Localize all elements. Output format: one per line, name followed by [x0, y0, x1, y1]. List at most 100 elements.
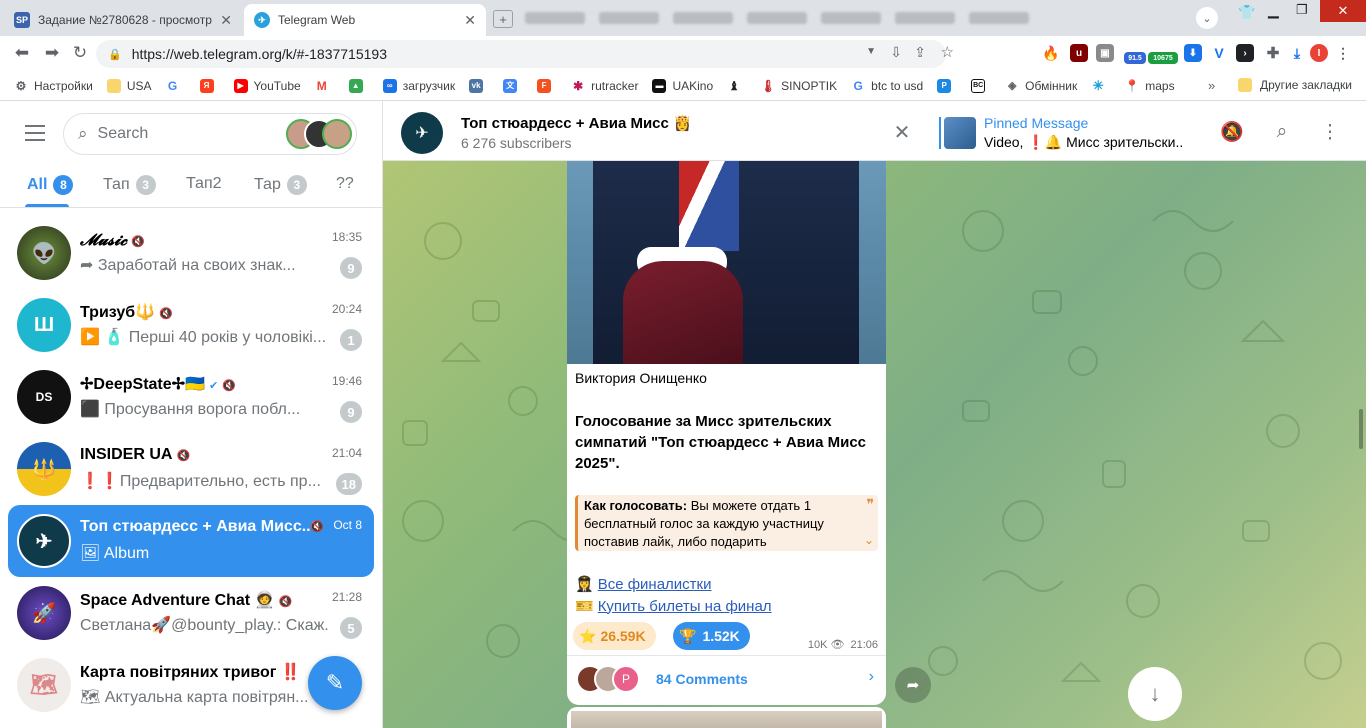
star-icon: ⭐	[579, 627, 597, 644]
author-name: Виктория Онищенко	[575, 370, 707, 386]
v-extension-icon[interactable]: V	[1210, 44, 1228, 62]
close-icon[interactable]: ✕	[464, 12, 476, 29]
channel-title[interactable]: Топ стюардесс + Авиа Мисс 👸	[461, 114, 692, 132]
more-options-icon[interactable]: ⋮	[1315, 117, 1345, 147]
bookmark-gmail[interactable]: M	[314, 78, 335, 93]
reload-icon[interactable]: ↻	[66, 39, 94, 67]
tickets-link[interactable]: Купить билеты на финал	[598, 598, 772, 615]
tab-unknown[interactable]: ??	[336, 175, 354, 193]
extension-badge-2[interactable]: 10675	[1148, 52, 1178, 64]
bookmark-loader[interactable]: ∞ загрузчик	[382, 78, 455, 93]
bookmark-sinoptik[interactable]: 🌡 SINOPTIK	[761, 78, 837, 93]
new-tab-button[interactable]: +	[493, 10, 513, 28]
bookmark-star-icon[interactable]: ☆	[941, 43, 954, 61]
tab-tap[interactable]: Тап 3	[103, 175, 156, 195]
browser-toolbar: ⬅ ➡ ↻ 🔒 https://web.telegram.org/k/#-183…	[0, 36, 1366, 71]
extension-badge-1[interactable]: 91.5	[1124, 52, 1146, 64]
hamburger-menu-icon[interactable]	[25, 125, 45, 141]
fire-extension-icon[interactable]: 🔥	[1042, 44, 1060, 62]
ublock-icon[interactable]: u	[1070, 44, 1088, 62]
tab-telegram[interactable]: ✈ Telegram Web ✕	[244, 4, 486, 36]
restore-button[interactable]: ❐	[1296, 2, 1308, 18]
window-close-button[interactable]: ✕	[1320, 0, 1366, 22]
tickets-link-row[interactable]: 🎫 Купить билеты на финал	[575, 597, 772, 616]
pinned-text[interactable]: Video, ❗🔔 Мисс зрительски...	[984, 134, 1184, 151]
shirt-icon[interactable]: 👕	[1238, 4, 1255, 21]
bookmark-bc[interactable]: BC	[971, 78, 991, 93]
channel-avatar[interactable]: ✈	[401, 112, 443, 154]
compose-button[interactable]: ✎	[308, 656, 362, 710]
how-to-vote-quote[interactable]: Как голосовать: Вы можете отдать 1 беспл…	[575, 495, 878, 551]
downloads-icon[interactable]: ⤓	[1288, 44, 1306, 62]
tab-all[interactable]: All 8	[27, 175, 74, 195]
pinned-indicator	[939, 117, 941, 149]
collapsed-tabs[interactable]	[525, 8, 1105, 28]
profile-avatar[interactable]: I	[1310, 44, 1328, 62]
bookmark-usa[interactable]: USA	[106, 78, 152, 93]
bookmark-chess[interactable]: ♝	[727, 78, 747, 93]
bookmark-sparkle[interactable]: ✳	[1091, 78, 1111, 93]
scrollbar[interactable]	[1359, 409, 1363, 449]
search-input[interactable]: ⌕ Search	[63, 113, 357, 155]
comments-button[interactable]: P 84 Comments ›	[567, 656, 886, 705]
share-icon[interactable]: ⇪	[914, 44, 926, 61]
expand-chevron-icon[interactable]: ⌄	[864, 531, 874, 549]
chat-item-deepstate[interactable]: DS ✢DeepState✢🇺🇦 ✔ 🔇 19:46 ⬛ Просування во…	[8, 361, 374, 433]
scroll-down-button[interactable]: ↓	[1128, 667, 1182, 721]
bookmark-translate[interactable]: 文	[503, 78, 523, 93]
bookmark-google[interactable]: G	[165, 78, 186, 93]
chat-item-tryzub[interactable]: Ш Тризуб🔱 🔇 20:24 ▶️ 🧴 Перші 40 років у ч…	[8, 289, 374, 361]
bookmark-uakino[interactable]: ▬ UAKino	[652, 78, 713, 93]
minimize-button[interactable]: ▁	[1268, 2, 1279, 19]
puzzle-icon[interactable]: ✚	[1264, 44, 1282, 62]
chat-name: INSIDER UA 🔇	[80, 446, 191, 463]
bookmark-drive[interactable]: ▲	[348, 78, 369, 93]
share-button[interactable]: ➦	[895, 667, 931, 703]
bookmark-btc[interactable]: Gbtc to usd	[851, 78, 923, 93]
stories-avatars[interactable]	[286, 119, 352, 149]
bookmark-p[interactable]: P	[937, 78, 957, 93]
finalists-link[interactable]: Все финалистки	[598, 576, 712, 593]
tab-task[interactable]: SP Задание №2780628 - просмотр з ✕	[4, 4, 242, 36]
pinned-label[interactable]: Pinned Message	[984, 115, 1088, 131]
muted-bell-icon[interactable]: 🔕	[1217, 117, 1247, 147]
chat-item-insider[interactable]: 🔱 INSIDER UA 🔇 21:04 ❗❗Предварительно, ес…	[8, 433, 374, 505]
tab-tar[interactable]: Тар 3	[254, 175, 307, 195]
chat-item-music[interactable]: 👽 𝓜𝓾𝓼𝓲𝓬 🔇 18:35 ➦ Заработай на своих знак…	[8, 217, 374, 289]
close-pinned-icon[interactable]: ✕	[887, 117, 917, 147]
bookmark-maps[interactable]: 📍 maps	[1125, 78, 1175, 93]
bookmark-vk[interactable]: vk	[469, 78, 489, 93]
forward-arrow-icon[interactable]: ➡	[38, 39, 66, 67]
reaction-trophy[interactable]: 🏆 1.52K	[673, 622, 750, 650]
next-post-preview[interactable]	[567, 707, 886, 728]
chat-name: ✢DeepState✢🇺🇦 ✔ 🔇	[80, 376, 236, 393]
install-icon[interactable]: ⇩	[890, 44, 902, 61]
chat-item-stewardess[interactable]: ✈ Топ стюардесс + Авиа Мисс... 🔇 Oct 8 🖼…	[8, 505, 374, 577]
other-bookmarks-folder[interactable]: Другие закладки	[1238, 78, 1352, 92]
post-photo[interactable]	[567, 161, 886, 364]
tab-tap2[interactable]: Тап2	[186, 175, 222, 193]
bookmark-rutracker[interactable]: ✱ rutracker	[571, 78, 638, 93]
avatar: 🔱	[17, 442, 71, 496]
address-bar[interactable]: 🔒 https://web.telegram.org/k/#-183771519…	[96, 40, 954, 68]
pinned-thumbnail[interactable]	[944, 117, 976, 149]
back-arrow-icon[interactable]: ⬅	[8, 39, 36, 67]
bookmark-youtube[interactable]: ▶ YouTube	[233, 78, 301, 93]
tab-search-icon[interactable]: ⌄	[1196, 7, 1218, 29]
bookmark-f[interactable]: F	[537, 78, 557, 93]
chat-item-space[interactable]: 🚀 Space Adventure Chat 🧑‍🚀 🔇 21:28 Светла…	[8, 577, 374, 649]
finalists-link-row[interactable]: 👩‍✈️ Все финалистки	[575, 575, 712, 594]
reaction-star[interactable]: ⭐ 26.59K	[573, 622, 656, 650]
bookmark-yandex[interactable]: Я	[199, 78, 220, 93]
menu-dots-icon[interactable]: ⋮	[1334, 44, 1352, 62]
dropdown-icon[interactable]: ▼	[866, 46, 876, 57]
briefcase-extension-icon[interactable]: ▣	[1096, 44, 1114, 62]
search-icon[interactable]: ⌕	[1267, 117, 1297, 147]
bookmark-settings[interactable]: ⚙ Настройки	[14, 78, 93, 93]
download-extension-icon[interactable]: ⬇	[1184, 44, 1202, 62]
close-icon[interactable]: ✕	[220, 12, 232, 29]
bookmark-exchange[interactable]: ◈ Обмінник	[1005, 78, 1077, 93]
google-icon: G	[851, 78, 866, 93]
more-bookmarks-icon[interactable]: »	[1208, 78, 1215, 93]
terminal-extension-icon[interactable]: ›	[1236, 44, 1254, 62]
